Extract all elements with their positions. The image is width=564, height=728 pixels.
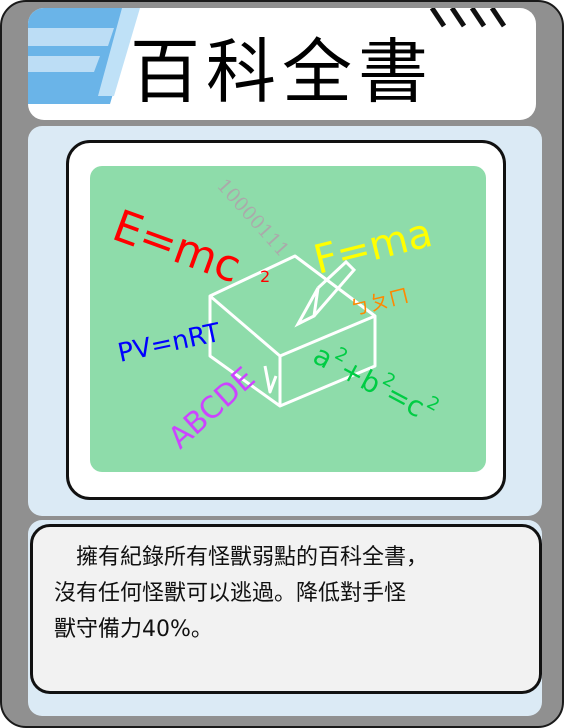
encyclopedia-illustration: 10000111 E=mc 2 F=ma PV=nRT ㄅㄆㄇ ABCDE a … [106,175,443,456]
title-bar: 百科全書 [28,8,536,120]
description-line-1: 擁有紀錄所有怪獸弱點的百科全書， [54,545,429,570]
card-title: 百科全書 [130,30,434,113]
formula-fma: F=ma [309,210,437,284]
description-line-3: 獸守備力40%。 [54,617,213,642]
formula-pvnrt: PV=nRT [115,318,223,369]
card-description: 擁有紀錄所有怪獸弱點的百科全書， 沒有任何怪獸可以逃過。降低對手怪 獸守備力40… [54,540,534,648]
formula-emc2-exponent: 2 [260,267,270,286]
card-illustration: 10000111 E=mc 2 F=ma PV=nRT ㄅㄆㄇ ABCDE a … [90,166,486,472]
letters-abcde: ABCDE [162,361,262,456]
formula-emc2: E=mc [106,200,247,293]
description-line-2: 沒有任何怪獸可以逃過。降低對手怪 [54,581,407,606]
bopomofo-text: ㄅㄆㄇ [347,283,411,321]
